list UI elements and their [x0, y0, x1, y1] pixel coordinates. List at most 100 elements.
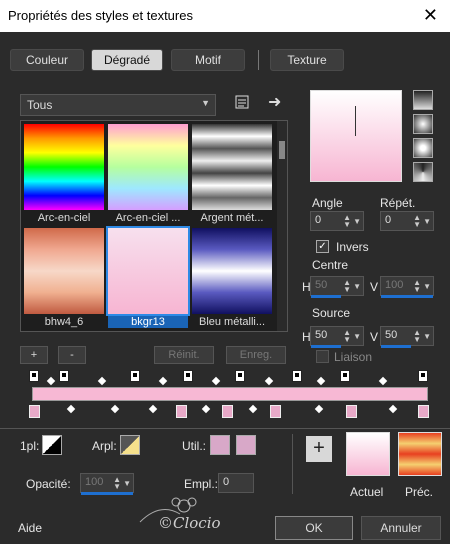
- transparency-stop[interactable]: [235, 370, 245, 382]
- center-v-slider[interactable]: [381, 295, 433, 298]
- invert-checkbox[interactable]: ✓: [316, 240, 329, 253]
- save-gradient-button[interactable]: Enreg.: [226, 346, 286, 364]
- chevron-down-icon[interactable]: ▼: [353, 217, 361, 226]
- repeat-spinner[interactable]: 0 ▲ ▼ ▼: [380, 211, 434, 231]
- center-h-slider[interactable]: [311, 295, 341, 298]
- spin-arrows-icon[interactable]: ▲ ▼: [343, 214, 351, 229]
- midpoint-marker[interactable]: [211, 376, 221, 386]
- util-swatch-1[interactable]: [210, 435, 230, 455]
- gradient-tile-argent[interactable]: Argent mét...: [192, 124, 272, 226]
- first-plan-swatch[interactable]: [42, 435, 62, 455]
- gradient-preview-bar[interactable]: [32, 387, 428, 401]
- midpoint-marker[interactable]: [248, 404, 258, 414]
- empl-input[interactable]: 0: [218, 473, 254, 493]
- spin-arrows-icon[interactable]: ▲ ▼: [413, 329, 421, 344]
- transparency-stop[interactable]: [29, 370, 39, 382]
- midpoint-marker[interactable]: [316, 376, 326, 386]
- source-h-slider[interactable]: [311, 345, 341, 348]
- midpoint-marker[interactable]: [148, 404, 158, 414]
- arrow-right-icon[interactable]: ➜: [268, 92, 281, 112]
- category-dropdown[interactable]: Tous ▼: [20, 94, 216, 116]
- tab-motif[interactable]: Motif: [171, 49, 245, 71]
- add-stop-button[interactable]: +: [20, 346, 48, 364]
- midpoint-marker[interactable]: [46, 376, 56, 386]
- current-swatch[interactable]: [346, 432, 390, 476]
- color-stop[interactable]: [346, 405, 357, 418]
- midpoint-marker[interactable]: [97, 376, 107, 386]
- gradient-tile-bhw4-6[interactable]: bhw4_6: [24, 228, 104, 330]
- radial-type-icon[interactable]: [413, 138, 433, 158]
- midpoint-marker[interactable]: [110, 404, 120, 414]
- opacity-slider[interactable]: [81, 492, 133, 495]
- gradient-tile-arc-en-ciel[interactable]: Arc-en-ciel: [24, 124, 104, 226]
- chevron-down-icon[interactable]: ▼: [423, 217, 431, 226]
- color-stop[interactable]: [222, 405, 233, 418]
- spin-arrows-icon[interactable]: ▲ ▼: [113, 476, 121, 491]
- midpoint-marker[interactable]: [201, 404, 211, 414]
- color-stop[interactable]: [270, 405, 281, 418]
- rectangular-type-icon[interactable]: [413, 114, 433, 134]
- linear-type-icon[interactable]: [413, 90, 433, 110]
- transparency-stop[interactable]: [130, 370, 140, 382]
- spin-arrows-icon[interactable]: ▲ ▼: [413, 214, 421, 229]
- help-link[interactable]: Aide: [18, 521, 42, 535]
- title-bar: Propriétés des styles et textures ✕: [0, 0, 450, 32]
- angle-spinner[interactable]: 0 ▲ ▼ ▼: [310, 211, 364, 231]
- color-stop[interactable]: [418, 405, 429, 418]
- chevron-down-icon[interactable]: ▼: [353, 282, 361, 291]
- gradient-swatch: [192, 124, 272, 210]
- util-swatch-2[interactable]: [236, 435, 256, 455]
- gradient-swatch: [24, 124, 104, 210]
- chevron-down-icon[interactable]: ▼: [423, 332, 431, 341]
- tab-degrade[interactable]: Dégradé: [91, 49, 163, 71]
- tab-couleur[interactable]: Couleur: [10, 49, 84, 71]
- midpoint-marker[interactable]: [66, 404, 76, 414]
- transparency-stop[interactable]: [418, 370, 428, 382]
- midpoint-marker[interactable]: [388, 404, 398, 414]
- spin-arrows-icon[interactable]: ▲ ▼: [343, 329, 351, 344]
- source-v-spinner[interactable]: 50 ▲ ▼ ▼: [380, 326, 434, 348]
- remove-stop-button[interactable]: -: [58, 346, 86, 364]
- transparency-stop[interactable]: [59, 370, 69, 382]
- empl-value: 0: [223, 476, 230, 488]
- repeat-label: Répét.: [380, 196, 416, 210]
- chevron-down-icon[interactable]: ▼: [353, 332, 361, 341]
- list-view-icon[interactable]: [234, 94, 250, 115]
- chevron-down-icon[interactable]: ▼: [423, 282, 431, 291]
- scrollbar-thumb[interactable]: [279, 141, 285, 159]
- gradient-tile-arc-en-ciel-2[interactable]: Arc-en-ciel ...: [108, 124, 188, 226]
- close-icon[interactable]: ✕: [423, 5, 438, 26]
- reset-button[interactable]: Réinit.: [154, 346, 214, 364]
- center-h-spinner[interactable]: 50 ▲ ▼ ▼: [310, 276, 364, 298]
- cancel-button[interactable]: Annuler: [361, 516, 441, 540]
- source-v-value: 50: [385, 329, 398, 341]
- gradient-preview[interactable]: [310, 90, 402, 182]
- arrplan-swatch[interactable]: [120, 435, 140, 455]
- midpoint-marker[interactable]: [378, 376, 388, 386]
- midpoint-marker[interactable]: [314, 404, 324, 414]
- source-v-slider[interactable]: [381, 345, 411, 348]
- source-h-spinner[interactable]: 50 ▲ ▼ ▼: [310, 326, 364, 348]
- link-checkbox[interactable]: [316, 350, 329, 363]
- color-stop[interactable]: [176, 405, 187, 418]
- angle-indicator[interactable]: [355, 106, 356, 136]
- midpoint-marker[interactable]: [264, 376, 274, 386]
- midpoint-marker[interactable]: [158, 376, 168, 386]
- transparency-stop[interactable]: [292, 370, 302, 382]
- tab-texture[interactable]: Texture: [270, 49, 344, 71]
- spin-arrows-icon[interactable]: ▲ ▼: [343, 279, 351, 294]
- transparency-stop[interactable]: [340, 370, 350, 382]
- center-v-spinner[interactable]: 100 ▲ ▼ ▼: [380, 276, 434, 298]
- opacity-spinner[interactable]: 100 ▲ ▼ ▼: [80, 473, 134, 495]
- color-stop[interactable]: [29, 405, 40, 418]
- sunburst-type-icon[interactable]: [413, 162, 433, 182]
- spin-arrows-icon[interactable]: ▲ ▼: [413, 279, 421, 294]
- gallery-scrollbar[interactable]: [277, 121, 287, 331]
- chevron-down-icon[interactable]: ▼: [123, 479, 131, 488]
- previous-swatch[interactable]: [398, 432, 442, 476]
- add-swatch-button[interactable]: +: [306, 436, 332, 462]
- gradient-tile-bkgr13[interactable]: bkgr13: [106, 226, 190, 330]
- transparency-stop[interactable]: [183, 370, 193, 382]
- ok-button[interactable]: OK: [275, 516, 353, 540]
- gradient-tile-bleu[interactable]: Bleu métalli...: [192, 228, 272, 330]
